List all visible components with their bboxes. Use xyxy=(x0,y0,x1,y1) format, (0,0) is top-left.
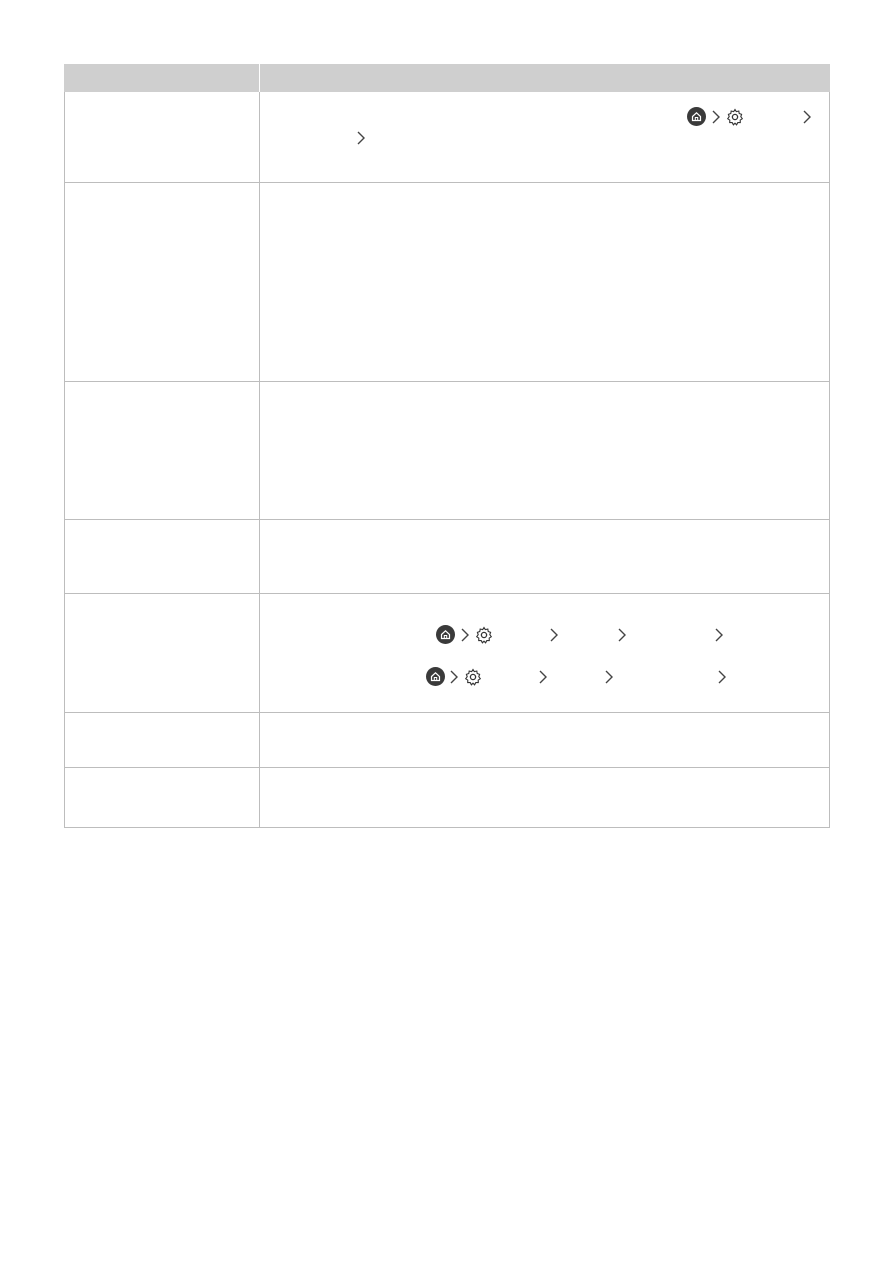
chevron-right-icon xyxy=(715,628,723,642)
table-row xyxy=(64,768,830,828)
chevron-right-icon xyxy=(539,670,547,684)
chevron-right-icon xyxy=(618,628,626,642)
chevron-right-icon xyxy=(605,670,613,684)
table-row xyxy=(64,183,830,382)
row-label xyxy=(65,768,260,827)
settings-icon xyxy=(464,668,482,686)
chevron-right-icon xyxy=(803,110,811,124)
header-cell-problem xyxy=(64,64,260,92)
row-text xyxy=(260,520,829,593)
settings-icon xyxy=(726,108,744,126)
row-label xyxy=(65,594,260,712)
row-label xyxy=(65,183,260,381)
chevron-right-icon xyxy=(712,110,720,124)
table-row xyxy=(64,713,830,768)
row-text xyxy=(260,713,829,767)
row-label xyxy=(65,713,260,767)
chevron-right-icon xyxy=(718,670,726,684)
troubleshooting-table xyxy=(64,64,830,828)
table-row xyxy=(64,520,830,594)
row-label xyxy=(65,520,260,593)
row-label xyxy=(65,382,260,519)
chevron-right-icon xyxy=(357,131,365,145)
row-text xyxy=(260,594,829,712)
chevron-right-icon xyxy=(450,670,458,684)
home-icon xyxy=(436,625,455,644)
table-row xyxy=(64,92,830,183)
row-label xyxy=(65,92,260,182)
settings-icon xyxy=(475,626,493,644)
row-text xyxy=(260,183,829,381)
table-row xyxy=(64,382,830,520)
home-icon xyxy=(426,667,445,686)
row-text xyxy=(260,382,829,519)
row-text xyxy=(260,92,829,182)
home-icon xyxy=(687,107,706,126)
table-row xyxy=(64,594,830,713)
row-text xyxy=(260,768,829,827)
chevron-right-icon xyxy=(461,628,469,642)
chevron-right-icon xyxy=(550,628,558,642)
header-cell-solution xyxy=(260,64,830,92)
table-header xyxy=(64,64,830,92)
